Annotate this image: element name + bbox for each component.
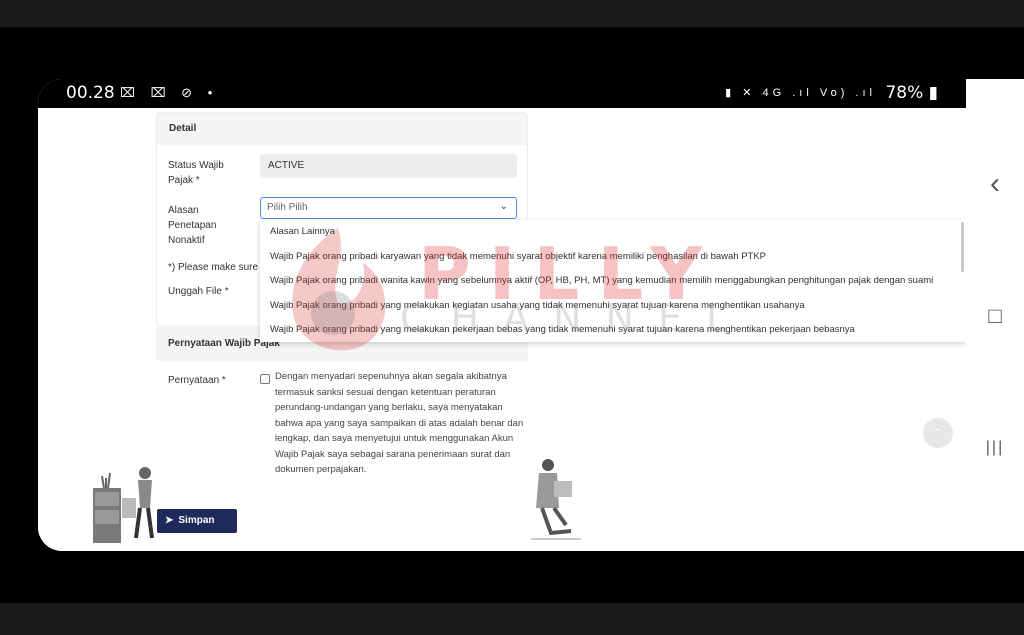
back-button[interactable]: ‹: [966, 167, 1024, 201]
screen-top-letterbox: [0, 0, 1024, 27]
android-status-bar: 00.28 ⌧ ⌧ ⊘ • ▮ ✕ 4G .ıl Vo) .ıl 78% ▮: [38, 79, 966, 108]
screen-bottom-letterbox: [0, 603, 1024, 635]
dropdown-scrollbar[interactable]: [961, 222, 964, 272]
signal-icons: ▮ ✕ 4G .ıl Vo) .ıl: [725, 87, 876, 99]
reason-label: Alasan Penetapan Nonaktif: [168, 205, 217, 246]
android-navigation-bar: ‹ □ |||: [966, 79, 1024, 551]
status-label: Status Wajib Pajak *: [168, 160, 224, 186]
chevron-down-icon: ⌄: [499, 201, 508, 212]
save-button-label: Simpan: [178, 515, 215, 526]
office-illustration-left: [93, 467, 154, 543]
upload-label: Unggah File *: [168, 286, 229, 297]
save-button[interactable]: ➤ Simpan: [157, 509, 237, 533]
back-icon: ‹: [990, 167, 1000, 200]
dropdown-option[interactable]: Wajib Pajak orang pribadi yang melakukan…: [260, 294, 966, 319]
arrow-up-icon: ⌃: [932, 426, 944, 440]
dropdown-option[interactable]: Alasan Lainnya: [260, 220, 966, 245]
reason-select[interactable]: Pilih Pilih ⌄: [260, 197, 517, 219]
note-text: *) Please make sure: [168, 262, 259, 273]
statement-text: Dengan menyadari sepenuhnya akan segala …: [275, 371, 524, 475]
battery-level: 78% ▮: [885, 83, 938, 103]
clock: 00.28: [66, 83, 115, 103]
battery-icon: ▮: [928, 83, 938, 103]
home-button[interactable]: □: [966, 303, 1024, 329]
dropdown-option[interactable]: Wajib Pajak orang pribadi wanita kawin y…: [260, 269, 966, 294]
statement-checkbox[interactable]: [260, 374, 270, 384]
notification-icons: ⌧ ⌧ ⊘ •: [120, 85, 219, 100]
recents-button[interactable]: |||: [966, 439, 1024, 457]
reason-dropdown-list: Alasan Lainnya Wajib Pajak orang pribadi…: [260, 220, 966, 342]
home-icon: □: [988, 303, 1002, 328]
statement-label: Pernyataan *: [168, 375, 226, 386]
detail-header: Detail: [157, 113, 527, 145]
status-field: ACTIVE: [260, 154, 517, 178]
person-illustration-right: [531, 459, 581, 540]
phone-screen: 00.28 ⌧ ⌧ ⊘ • ▮ ✕ 4G .ıl Vo) .ıl 78% ▮ D…: [38, 79, 1024, 551]
recents-icon: |||: [985, 439, 1005, 456]
dropdown-option[interactable]: Wajib Pajak orang pribadi yang melakukan…: [260, 318, 966, 342]
page-content: Detail Status Wajib Pajak * ACTIVE Alasa…: [38, 108, 966, 551]
send-icon: ➤: [165, 515, 174, 526]
dropdown-option[interactable]: Wajib Pajak orang pribadi karyawan yang …: [260, 245, 966, 270]
scroll-to-top-button[interactable]: ⌃: [923, 418, 953, 448]
reason-select-value: Pilih Pilih: [267, 202, 308, 213]
